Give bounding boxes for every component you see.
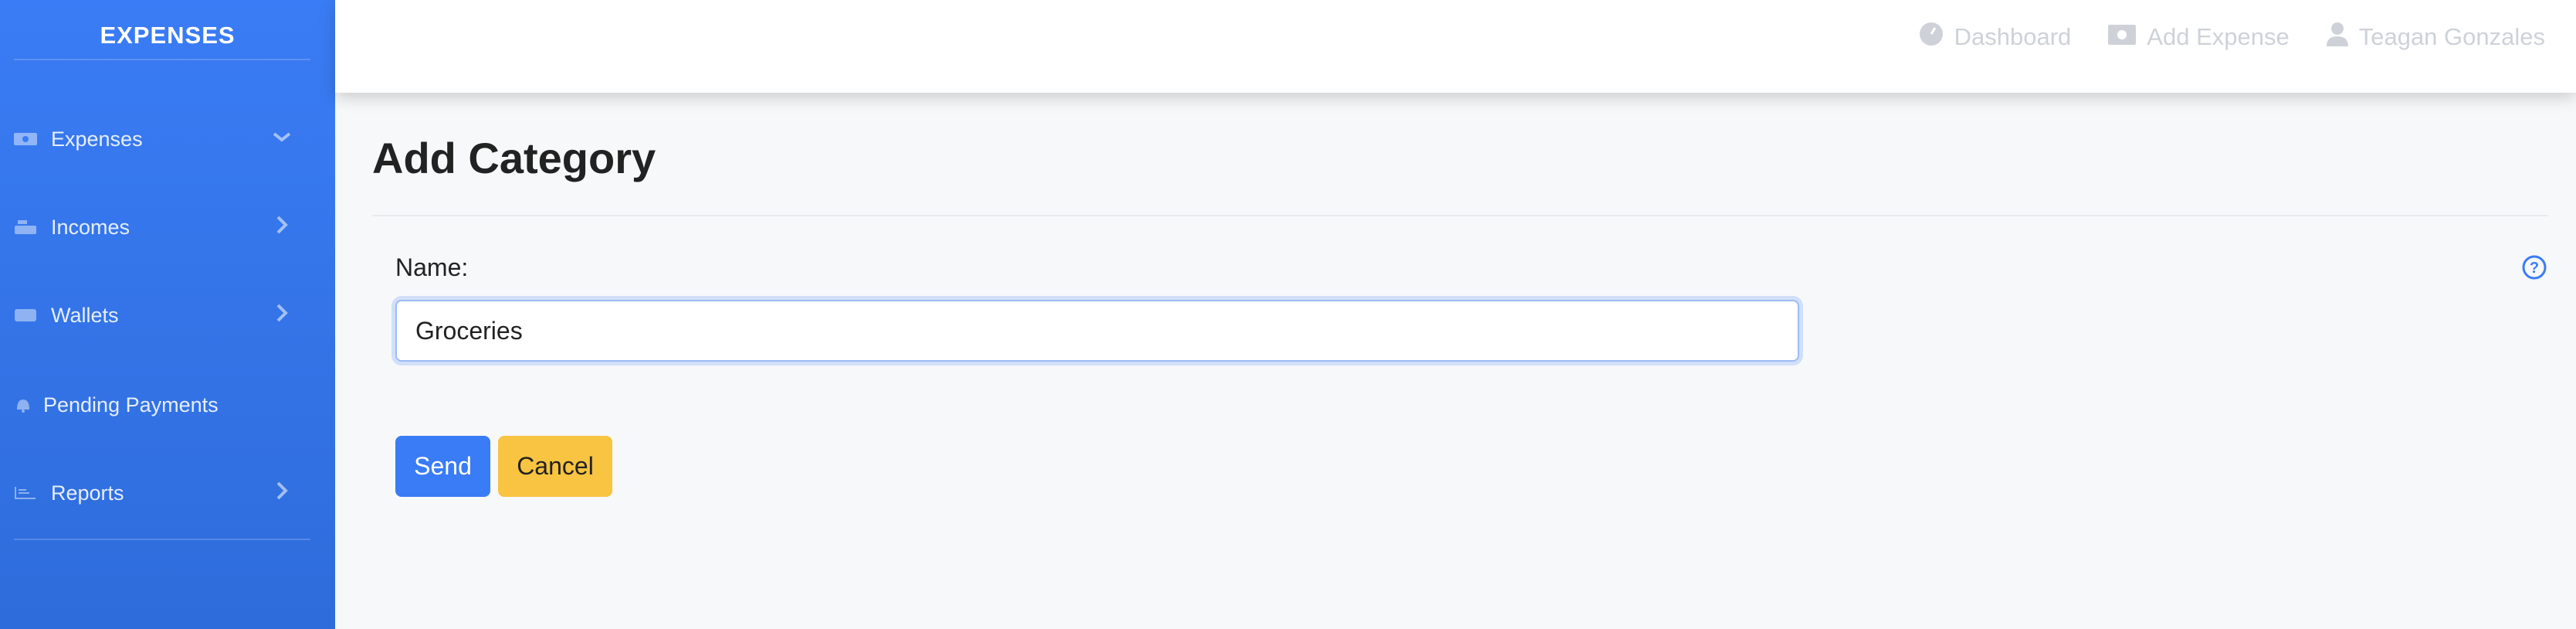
name-input[interactable]: [395, 300, 1799, 362]
sidebar-item-label: Wallets: [51, 303, 119, 327]
sidebar-item-pending-payments[interactable]: Pending Payments: [14, 382, 310, 428]
sidebar-item-wallets[interactable]: Wallets: [14, 292, 310, 338]
user-icon: [2326, 22, 2348, 53]
name-label: Name:: [395, 253, 469, 281]
sidebar-item-label: Expenses: [51, 127, 143, 151]
cash-register-icon: [14, 219, 37, 236]
divider: [372, 215, 2548, 216]
money-bill-icon: [14, 131, 37, 148]
nav-dashboard[interactable]: Dashboard: [1919, 22, 2072, 53]
tachometer-icon: [1919, 22, 1944, 53]
sidebar-item-label: Incomes: [51, 215, 130, 239]
chevron-right-icon: [272, 303, 292, 328]
chevron-right-icon: [272, 481, 292, 506]
page-title: Add Category: [372, 134, 656, 182]
nav-label: Dashboard: [1954, 23, 2072, 50]
sidebar-item-expenses[interactable]: Expenses: [14, 116, 310, 162]
money-bill-icon: [2108, 23, 2137, 51]
sidebar-item-incomes[interactable]: Incomes: [14, 204, 310, 250]
chevron-right-icon: [272, 215, 292, 240]
wallet-icon: [14, 307, 37, 324]
nav-label: Add Expense: [2147, 23, 2290, 50]
send-button[interactable]: Send: [395, 436, 490, 497]
nav-add-expense[interactable]: Add Expense: [2108, 23, 2290, 51]
sidebar-divider: [14, 59, 310, 60]
sidebar: EXPENSES Expenses Incomes Wallets Pendin…: [0, 0, 335, 629]
cancel-button[interactable]: Cancel: [498, 436, 612, 497]
sidebar-item-label: Reports: [51, 481, 124, 505]
help-icon[interactable]: ?: [2522, 255, 2547, 284]
svg-text:?: ?: [2530, 260, 2539, 277]
sidebar-divider: [14, 539, 310, 540]
sidebar-item-reports[interactable]: Reports: [14, 470, 310, 516]
chart-icon: [14, 484, 37, 502]
nav-label: Teagan Gonzales: [2358, 23, 2545, 50]
bell-icon: [14, 396, 32, 413]
sidebar-item-label: Pending Payments: [43, 393, 219, 416]
chevron-down-icon: [272, 127, 292, 152]
nav-user[interactable]: Teagan Gonzales: [2326, 22, 2545, 53]
top-navbar: Dashboard Add Expense Teagan Gonzales: [335, 0, 2576, 93]
brand-title: EXPENSES: [100, 22, 236, 49]
